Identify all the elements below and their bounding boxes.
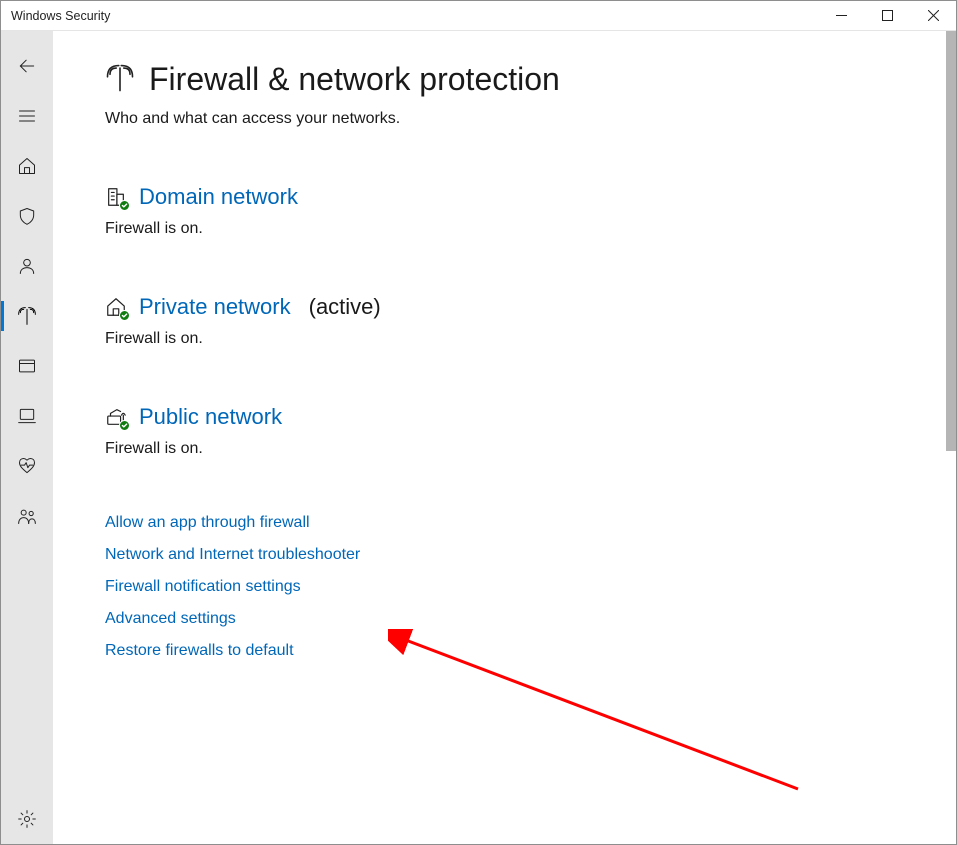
status-ok-badge (119, 310, 130, 321)
menu-button[interactable] (1, 91, 53, 141)
sidebar-item-home[interactable] (1, 141, 53, 191)
sidebar-item-device-health[interactable] (1, 441, 53, 491)
firewall-title-icon (105, 63, 135, 96)
window-title: Windows Security (11, 9, 110, 23)
advanced-settings-link[interactable]: Advanced settings (105, 610, 956, 628)
window: Windows Security (0, 0, 957, 845)
domain-network-status: Firewall is on. (105, 220, 956, 238)
public-network-section: Public network Firewall is on. (105, 404, 956, 458)
sidebar-item-settings[interactable] (1, 794, 53, 844)
minimize-icon (836, 10, 847, 21)
public-network-icon (105, 406, 127, 428)
sidebar-item-app-browser[interactable] (1, 341, 53, 391)
status-ok-badge (119, 200, 130, 211)
close-button[interactable] (910, 1, 956, 31)
page-title-row: Firewall & network protection (105, 61, 956, 98)
firewall-icon (17, 306, 37, 326)
close-icon (928, 10, 939, 21)
sidebar-item-virus[interactable] (1, 191, 53, 241)
firewall-links: Allow an app through firewall Network an… (105, 514, 956, 660)
back-arrow-icon (17, 56, 37, 76)
sidebar-item-firewall[interactable] (1, 291, 53, 341)
public-network-header: Public network (105, 404, 956, 430)
private-network-header: Private network (active) (105, 294, 956, 320)
troubleshooter-link[interactable]: Network and Internet troubleshooter (105, 546, 956, 564)
minimize-button[interactable] (818, 1, 864, 31)
scrollbar-thumb[interactable] (946, 31, 956, 451)
heart-health-icon (17, 456, 37, 476)
titlebar: Windows Security (1, 1, 956, 31)
content: Firewall & network protection Who and wh… (53, 31, 956, 844)
sidebar-item-account[interactable] (1, 241, 53, 291)
gear-icon (17, 809, 37, 829)
status-ok-badge (119, 420, 130, 431)
private-network-section: Private network (active) Firewall is on. (105, 294, 956, 348)
notifications-link[interactable]: Firewall notification settings (105, 578, 956, 596)
domain-network-icon (105, 186, 127, 208)
body: Firewall & network protection Who and wh… (1, 31, 956, 844)
account-icon (17, 256, 37, 276)
back-button[interactable] (1, 41, 53, 91)
page-title: Firewall & network protection (149, 61, 560, 98)
sidebar-item-family[interactable] (1, 491, 53, 541)
private-network-active-label: (active) (309, 294, 381, 320)
sidebar (1, 31, 53, 844)
app-browser-icon (17, 356, 37, 376)
domain-network-link[interactable]: Domain network (139, 184, 298, 210)
maximize-icon (882, 10, 893, 21)
private-network-status: Firewall is on. (105, 330, 956, 348)
device-security-icon (17, 406, 37, 426)
hamburger-icon (17, 106, 37, 126)
domain-network-section: Domain network Firewall is on. (105, 184, 956, 238)
page-subtitle: Who and what can access your networks. (105, 110, 956, 128)
allow-app-link[interactable]: Allow an app through firewall (105, 514, 956, 532)
public-network-link[interactable]: Public network (139, 404, 282, 430)
family-icon (17, 506, 37, 526)
shield-icon (17, 206, 37, 226)
home-icon (17, 156, 37, 176)
domain-network-header: Domain network (105, 184, 956, 210)
maximize-button[interactable] (864, 1, 910, 31)
private-network-link[interactable]: Private network (139, 294, 291, 320)
private-network-icon (105, 296, 127, 318)
public-network-status: Firewall is on. (105, 440, 956, 458)
restore-defaults-link[interactable]: Restore firewalls to default (105, 642, 956, 660)
sidebar-item-device-security[interactable] (1, 391, 53, 441)
